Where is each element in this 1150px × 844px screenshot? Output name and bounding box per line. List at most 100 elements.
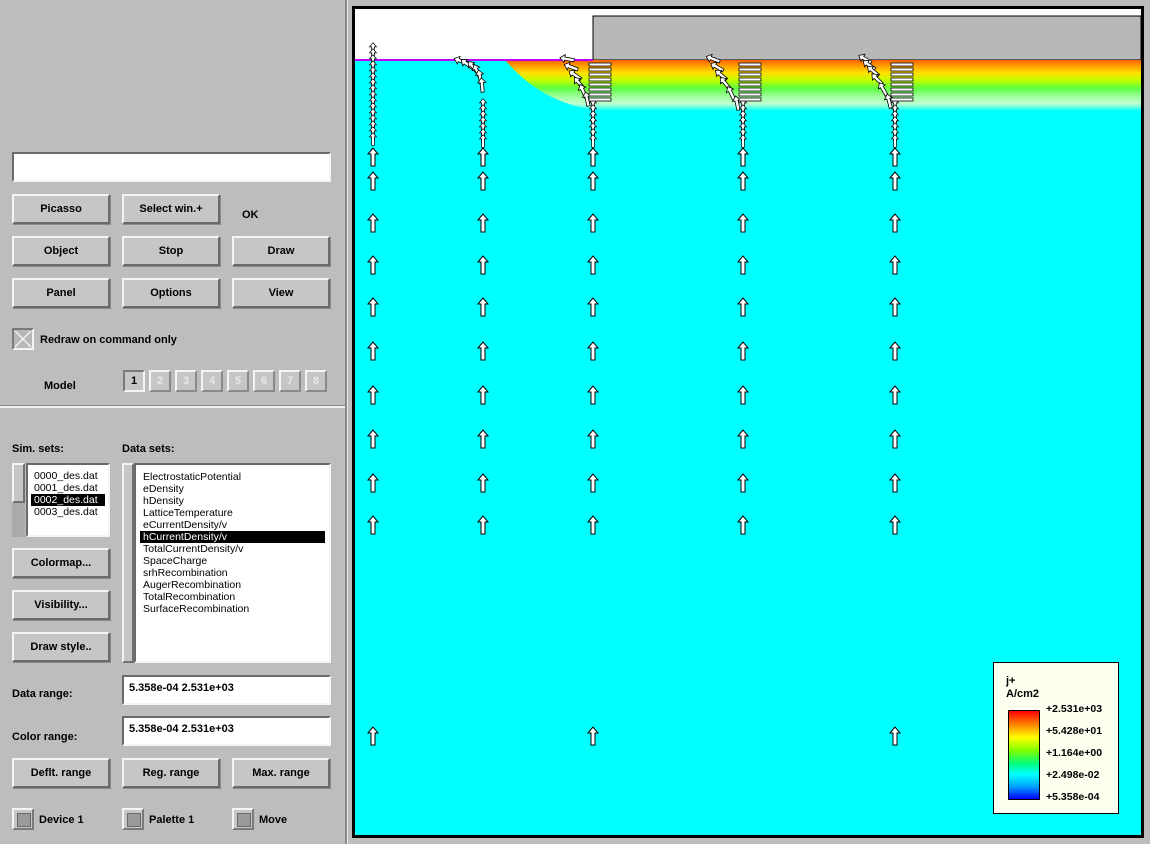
current-arrow-lateral [738,97,762,102]
model-label: Model [44,380,76,392]
list-item[interactable]: 0003_des.dat [31,506,105,518]
current-arrow-lateral [890,97,914,102]
current-arrow-lateral [890,92,914,97]
move-label: Move [259,814,288,826]
picasso-button[interactable]: Picasso [12,194,110,224]
checkbox-cross-icon [14,330,32,348]
options-button[interactable]: Options [122,278,220,308]
current-arrow-lateral [588,62,612,67]
legend-tick-0: +2.531e+03 [1046,703,1103,715]
list-item[interactable]: SpaceCharge [140,555,325,567]
redraw-label: Redraw on command only [40,334,177,346]
current-arrow-lateral [588,77,612,82]
draw-style-button[interactable]: Draw style.. [12,632,110,662]
stop-button[interactable]: Stop [122,236,220,266]
current-arrow-lateral [890,67,914,72]
legend-tick-3: +2.498e-02 [1046,769,1100,781]
sim-sets-scrollbar[interactable] [12,463,25,537]
panel-separator [345,0,348,844]
color-range-value: 5.358e-04 2.531e+03 [129,723,234,735]
list-item[interactable]: LatticeTemperature [140,507,325,519]
color-legend: j+ A/cm2 +2.531e+03 +5.428e+01 +1.164e+0… [993,662,1119,814]
model-button-3[interactable]: 3 [175,370,197,392]
default-range-button[interactable]: Deflt. range [12,758,110,788]
model-button-1[interactable]: 1 [123,370,145,392]
redraw-checkbox[interactable] [12,328,34,350]
device-label: Device 1 [39,814,84,826]
current-arrow-lateral [890,77,914,82]
list-item[interactable]: AugerRecombination [140,579,325,591]
current-arrow-lateral [588,82,612,87]
sim-sets-list[interactable]: 0000_des.dat 0001_des.dat 0002_des.dat 0… [26,463,110,537]
view-button[interactable]: View [232,278,330,308]
current-arrow-lateral [738,87,762,92]
toggle-indicator-icon [17,813,31,827]
color-range-label: Color range: [12,731,78,743]
toggle-indicator-icon [237,813,251,827]
list-item[interactable]: ElectrostaticPotential [140,471,325,483]
model-button-8[interactable]: 8 [305,370,327,392]
model-button-4[interactable]: 4 [201,370,223,392]
palette-label: Palette 1 [149,814,195,826]
draw-button[interactable]: Draw [232,236,330,266]
list-item[interactable]: eCurrentDensity/v [140,519,325,531]
current-arrow-lateral [738,92,762,97]
data-sets-list[interactable]: ElectrostaticPotential eDensity hDensity… [134,463,331,663]
visibility-button[interactable]: Visibility... [12,590,110,620]
device-toggle[interactable] [12,808,34,830]
current-arrow-lateral [588,87,612,92]
current-arrow-lateral [588,72,612,77]
current-arrow-lateral [738,82,762,87]
region-range-button[interactable]: Reg. range [122,758,220,788]
list-item[interactable]: SurfaceRecombination [140,603,325,615]
colormap-button[interactable]: Colormap... [12,548,110,578]
data-range-label: Data range: [12,688,73,700]
legend-tick-1: +5.428e+01 [1046,725,1103,737]
legend-tick-2: +1.164e+00 [1046,747,1103,759]
current-arrow-lateral [738,62,762,67]
legend-color-scale [1008,710,1040,800]
current-arrow-lateral [890,62,914,67]
model-button-6[interactable]: 6 [253,370,275,392]
data-sets-scroll-thumb[interactable] [122,463,134,663]
data-range-value: 5.358e-04 2.531e+03 [129,682,234,694]
data-range-input[interactable]: 5.358e-04 2.531e+03 [122,675,331,705]
list-item[interactable]: hDensity [140,495,325,507]
list-item-selected[interactable]: 0002_des.dat [31,494,105,506]
move-toggle[interactable] [232,808,254,830]
list-item[interactable]: eDensity [140,483,325,495]
sim-sets-scroll-thumb[interactable] [12,463,25,503]
command-input[interactable] [12,152,331,182]
select-window-button[interactable]: Select win.+ [122,194,220,224]
data-sets-scrollbar[interactable] [122,463,134,663]
object-button[interactable]: Object [12,236,110,266]
list-item[interactable]: 0001_des.dat [31,482,105,494]
current-arrow-lateral [738,72,762,77]
palette-toggle[interactable] [122,808,144,830]
current-arrow-lateral [738,77,762,82]
color-range-input[interactable]: 5.358e-04 2.531e+03 [122,716,331,746]
list-item[interactable]: TotalRecombination [140,591,325,603]
current-arrow-lateral [588,67,612,72]
legend-title: j+ [1006,675,1016,687]
data-sets-label: Data sets: [122,443,175,455]
list-item[interactable]: srhRecombination [140,567,325,579]
list-item[interactable]: TotalCurrentDensity/v [140,543,325,555]
current-arrow-lateral [890,87,914,92]
status-text: OK [242,209,259,221]
legend-unit: A/cm2 [1006,688,1040,700]
current-arrow-lateral [588,97,612,102]
list-item-selected[interactable]: hCurrentDensity/v [140,531,325,543]
panel-button[interactable]: Panel [12,278,110,308]
model-button-5[interactable]: 5 [227,370,249,392]
current-arrow-lateral [588,92,612,97]
current-arrow-lateral [738,67,762,72]
model-button-7[interactable]: 7 [279,370,301,392]
current-arrow-lateral [890,72,914,77]
control-panel: Picasso Select win.+ OK Object Stop Draw… [0,0,347,844]
list-item[interactable]: 0000_des.dat [31,470,105,482]
model-button-2[interactable]: 2 [149,370,171,392]
legend-tick-4: +5.358e-04 [1046,791,1100,803]
contact-region [592,15,1141,61]
max-range-button[interactable]: Max. range [232,758,330,788]
